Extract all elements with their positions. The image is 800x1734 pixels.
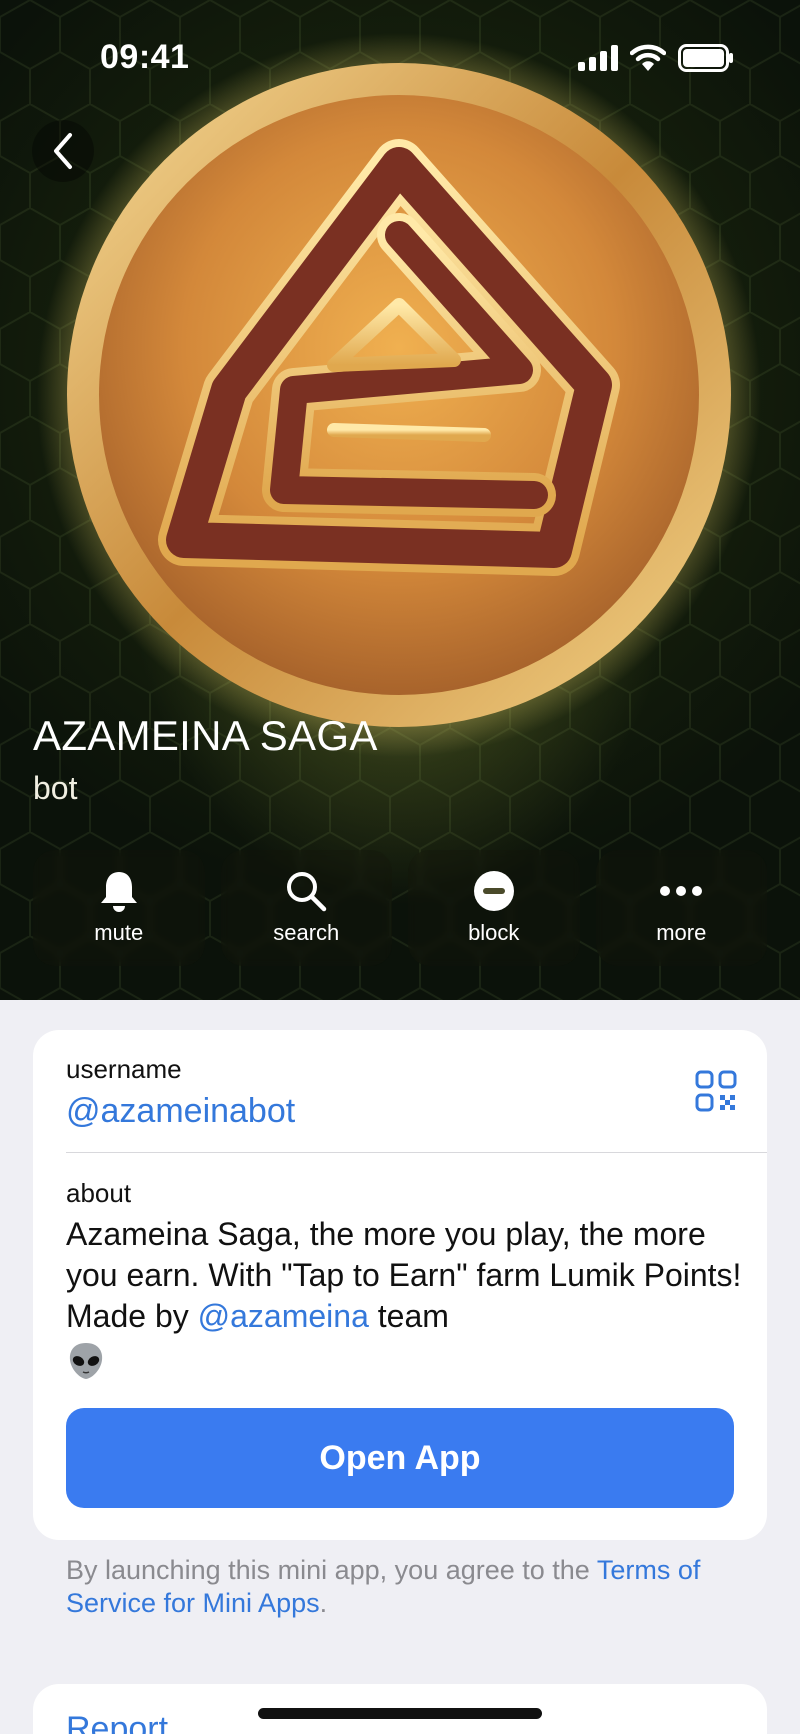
terms-notice: By launching this mini app, you agree to… [66, 1554, 756, 1620]
status-time: 09:41 [100, 38, 190, 76]
battery-icon [678, 44, 733, 72]
home-indicator[interactable] [258, 1708, 542, 1719]
more-button[interactable]: more [595, 850, 767, 966]
back-button[interactable] [32, 120, 94, 182]
chevron-left-icon [54, 133, 72, 169]
profile-hero: 09:41 AZAMEINA SAGA bot mute search bloc… [0, 0, 800, 1000]
status-bar: 09:41 [0, 0, 800, 110]
bot-info-card: username @azameinabot about Azameina Sag… [33, 1030, 767, 1540]
search-button[interactable]: search [220, 850, 392, 966]
block-icon [473, 871, 514, 911]
terms-text: By launching this mini app, you agree to… [66, 1555, 597, 1585]
qr-code-icon[interactable] [695, 1070, 737, 1112]
status-icons [578, 44, 734, 72]
signal-icon [578, 45, 618, 71]
divider [66, 1152, 767, 1153]
open-app-button[interactable]: Open App [66, 1408, 734, 1508]
about-label: about [66, 1178, 132, 1208]
terms-suffix: . [319, 1588, 328, 1618]
wifi-icon [630, 44, 666, 71]
more-icon [660, 886, 703, 896]
bell-icon [100, 872, 137, 912]
search-icon [287, 872, 327, 912]
block-button[interactable]: block [408, 850, 580, 966]
profile-type: bot [33, 770, 78, 806]
about-text-part-2: team [368, 1298, 449, 1334]
username-label: username [66, 1054, 182, 1084]
report-button[interactable]: Report [66, 1710, 168, 1734]
search-label: search [273, 920, 340, 945]
about-text: Azameina Saga, the more you play, the mo… [66, 1214, 746, 1383]
profile-actions: mute search block more [33, 850, 767, 966]
username-value[interactable]: @azameinabot [66, 1092, 295, 1131]
block-label: block [468, 920, 520, 945]
alien-icon [69, 1343, 103, 1379]
mute-button[interactable]: mute [33, 850, 205, 966]
mute-label: mute [94, 920, 144, 945]
more-label: more [656, 920, 707, 945]
bot-avatar-coin [37, 33, 761, 757]
profile-name: AZAMEINA SAGA [33, 712, 378, 759]
about-mention-link[interactable]: @azameina [198, 1298, 369, 1334]
